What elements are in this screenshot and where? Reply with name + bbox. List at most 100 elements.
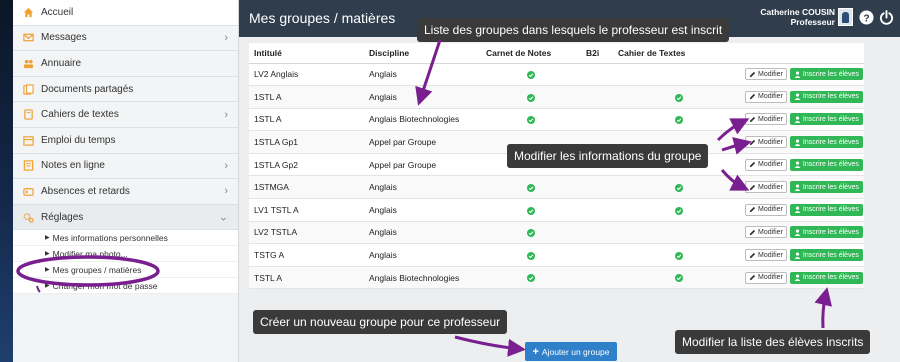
check-icon (527, 229, 535, 238)
enroll-label: Inscrire les élèves (802, 183, 859, 191)
b2i-cell (581, 63, 613, 87)
sidebar-item-documents[interactable]: Documents partagés (13, 77, 238, 103)
callout-groups-list: Liste des groupes dans lesquels le profe… (417, 18, 730, 42)
enroll-students-button[interactable]: Inscrire les élèves (789, 203, 863, 216)
page-title: Mes groupes / matières (249, 10, 396, 26)
calendar-icon (23, 135, 34, 146)
group-name: LV2 TSTLA (249, 221, 364, 245)
cahier-cell (613, 85, 745, 109)
pencil-icon (749, 94, 756, 100)
sidebar-item-label: Emploi du temps (41, 134, 116, 146)
user-icon (794, 161, 801, 169)
cahier-cell (613, 175, 745, 200)
check-icon (675, 251, 683, 260)
actions-cell: Modifier Inscrire les élèves (745, 198, 864, 222)
submenu-item[interactable]: ▶ Mes groupes / matières (13, 262, 238, 279)
sidebar-item-absences[interactable]: Absences et retards › (13, 179, 238, 205)
chevron-right-icon[interactable]: › (224, 32, 228, 44)
enroll-students-button[interactable]: Inscrire les élèves (789, 68, 863, 81)
user-icon (794, 274, 801, 282)
check-icon (527, 184, 535, 193)
table-row: LV2 Anglais Anglais Modifier Inscrire les é… (249, 63, 864, 87)
modify-button[interactable]: Modifier (745, 158, 787, 171)
actions-cell: Modifier Inscrire les élèves (745, 63, 864, 87)
enroll-students-button[interactable]: Inscrire les élèves (789, 181, 863, 194)
sidebar-item-notes[interactable]: Notes en ligne › (13, 154, 238, 180)
add-group-button[interactable]: + Ajouter un groupe (525, 342, 617, 361)
add-group-label: Ajouter un groupe (541, 346, 610, 357)
chevron-right-icon[interactable]: › (224, 160, 228, 172)
group-discipline: Anglais (364, 175, 481, 200)
enroll-students-button[interactable]: Inscrire les élèves (789, 226, 863, 239)
column-header: Cahier de Textes (613, 43, 745, 64)
table-header-row: Intitulé Discipline Carnet de Notes B2i Cahi… (249, 43, 864, 64)
notes-cell (481, 243, 581, 267)
power-icon[interactable] (879, 10, 894, 25)
pencil-icon (749, 207, 756, 213)
b2i-cell (581, 198, 613, 222)
enroll-students-button[interactable]: Inscrire les élèves (789, 113, 863, 126)
sidebar-item-calendar[interactable]: Emploi du temps (13, 128, 238, 154)
actions-cell: Modifier Inscrire les élèves (745, 266, 864, 290)
group-name: 1STL A (249, 85, 364, 109)
submenu-item-label: Mes groupes / matières (52, 264, 142, 275)
group-discipline: Appel par Groupe (364, 153, 481, 177)
enroll-students-button[interactable]: Inscrire les élèves (789, 249, 863, 262)
enroll-label: Inscrire les élèves (802, 251, 859, 259)
sidebar-item-envelope[interactable]: Messages › (13, 26, 238, 52)
sidebar-item-home[interactable]: Accueil (13, 0, 238, 26)
modify-button[interactable]: Modifier (745, 90, 787, 103)
chevron-right-icon[interactable]: › (224, 185, 228, 197)
enroll-students-button[interactable]: Inscrire les élèves (789, 158, 863, 171)
modify-button[interactable]: Modifier (745, 113, 787, 126)
modify-button[interactable]: Modifier (745, 136, 787, 149)
submenu-item[interactable]: ▶ Modifier ma photo... (13, 246, 238, 263)
sidebar: Accueil Messages › Annuaire Documents partag… (13, 0, 239, 362)
book-icon (23, 109, 34, 120)
actions-cell: Modifier Inscrire les élèves (745, 243, 864, 267)
sidebar-item-label: Messages (41, 32, 87, 44)
cahier-cell (613, 243, 745, 267)
user-icon (794, 252, 801, 259)
modify-button[interactable]: Modifier (745, 181, 787, 194)
check-icon (527, 274, 535, 283)
modify-label: Modifier (758, 228, 783, 236)
help-icon[interactable]: ? (859, 10, 874, 25)
modify-button[interactable]: Modifier (745, 249, 787, 262)
pencil-icon (749, 116, 756, 123)
modify-button[interactable]: Modifier (745, 203, 787, 216)
enroll-students-button[interactable]: Inscrire les élèves (789, 90, 863, 103)
people-icon (23, 58, 34, 69)
caret-right-icon: ▶ (45, 267, 50, 274)
cahier-cell (613, 108, 745, 132)
group-name: 1STLA Gp1 (249, 130, 364, 154)
modify-label: Modifier (758, 206, 783, 214)
submenu-item[interactable]: ▶ Changer mon mot de passe (13, 278, 238, 295)
sidebar-item-people[interactable]: Annuaire (13, 51, 238, 77)
group-discipline: Anglais (364, 243, 481, 267)
user-info[interactable]: Catherine COUSIN Professeur (760, 7, 835, 27)
avatar[interactable] (838, 8, 853, 26)
sidebar-item-book[interactable]: Cahiers de textes › (13, 102, 238, 128)
submenu-item-label: Modifier ma photo... (52, 248, 128, 259)
group-discipline: Anglais (364, 63, 481, 87)
enroll-students-button[interactable]: Inscrire les élèves (789, 136, 863, 149)
sidebar-item-label: Réglages (41, 211, 84, 223)
user-icon (794, 116, 801, 123)
sidebar-item-gears[interactable]: Réglages ⌄ (13, 204, 238, 231)
pencil-icon (749, 275, 756, 281)
enroll-label: Inscrire les élèves (802, 138, 859, 146)
pencil-icon (749, 229, 756, 236)
submenu-item[interactable]: ▶ Mes informations personnelles (13, 230, 238, 247)
documents-icon (23, 83, 34, 95)
check-icon (527, 206, 535, 215)
modify-button[interactable]: Modifier (745, 68, 787, 81)
chevron-right-icon[interactable]: › (224, 109, 228, 121)
sidebar-item-label: Documents partagés (41, 83, 134, 95)
modify-button[interactable]: Modifier (745, 271, 787, 284)
pencil-icon (749, 71, 756, 77)
modify-button[interactable]: Modifier (745, 226, 787, 239)
enroll-students-button[interactable]: Inscrire les élèves (789, 271, 863, 284)
check-icon (527, 251, 535, 260)
chevron-down-icon[interactable]: ⌄ (219, 211, 228, 224)
